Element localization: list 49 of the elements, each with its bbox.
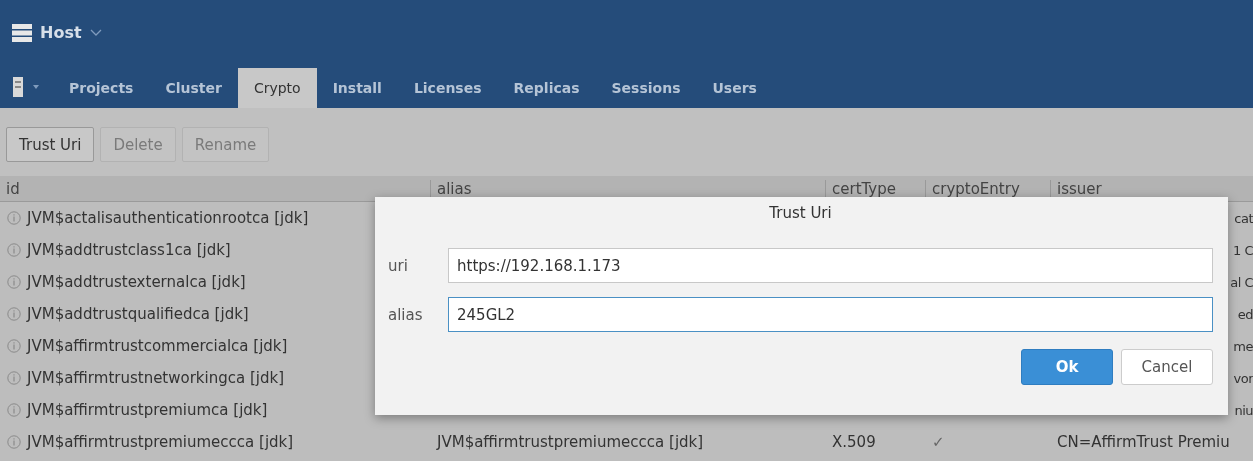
column-header[interactable]: id [0,179,430,198]
info-icon [7,211,21,225]
host-title[interactable]: Host [40,23,82,42]
field-label: uri [388,256,409,275]
field-label: alias [388,305,424,324]
tab[interactable]: Crypto [237,68,317,108]
tab[interactable]: Projects [53,68,150,108]
info-icon [7,243,21,257]
info-icon [7,371,21,385]
toolbar-button[interactable]: Trust Uri [6,127,95,162]
table-cell: JVM$addtrustclass1ca [jdk] [27,241,231,259]
table-cell: me [1233,338,1253,354]
table-cell: JVM$affirmtrustpremiumeccca [jdk] [27,433,294,451]
table-cell: JVM$affirmtrustpremiumeccca [jdk] [437,433,704,451]
table-cell: vor [1233,370,1253,386]
dialog-button[interactable]: Cancel [1121,349,1213,385]
table-cell: JVM$actalisauthenticationrootca [jdk] [27,209,309,227]
server-icon [12,23,32,42]
table-cell: 1 C [1233,242,1253,258]
info-icon [7,339,21,353]
table-cell: al C [1230,274,1253,290]
tab[interactable]: Install [316,68,398,108]
tab[interactable]: Cluster [149,68,238,108]
check-mark: ✓ [932,433,945,451]
info-icon [7,307,21,321]
device-icon[interactable] [13,76,23,97]
table-cell: JVM$affirmtrustpremiumca [jdk] [27,401,268,419]
tab[interactable]: Sessions [595,68,697,108]
table-cell: niu [1234,402,1253,418]
tab[interactable]: Replicas [497,68,596,108]
table-cell: JVM$affirmtrustnetworkingca [jdk] [27,369,285,387]
table-cell: JVM$addtrustexternalca [jdk] [27,273,246,291]
table-cell: ed [1237,306,1253,322]
dialog-title: Trust Uri [768,203,833,223]
tab[interactable]: Licenses [397,68,498,108]
dropdown-icon[interactable] [33,84,39,89]
info-icon [7,403,21,417]
chevron-down-icon[interactable] [89,29,102,36]
text-field[interactable]: 245GL2 [448,297,1213,332]
info-icon [7,435,21,449]
tab[interactable]: Users [696,68,773,108]
table-cell: cat [1234,210,1253,226]
table-cell: JVM$addtrustqualifiedca [jdk] [27,305,249,323]
table-cell: CN=AffirmTrust Premiu [1057,433,1230,451]
info-icon [7,275,21,289]
dialog-button[interactable]: Ok [1021,349,1113,385]
text-field[interactable]: https://192.168.1.173 [448,248,1213,283]
table-cell: X.509 [832,433,876,451]
table-cell: JVM$affirmtrustcommercialca [jdk] [27,337,288,355]
